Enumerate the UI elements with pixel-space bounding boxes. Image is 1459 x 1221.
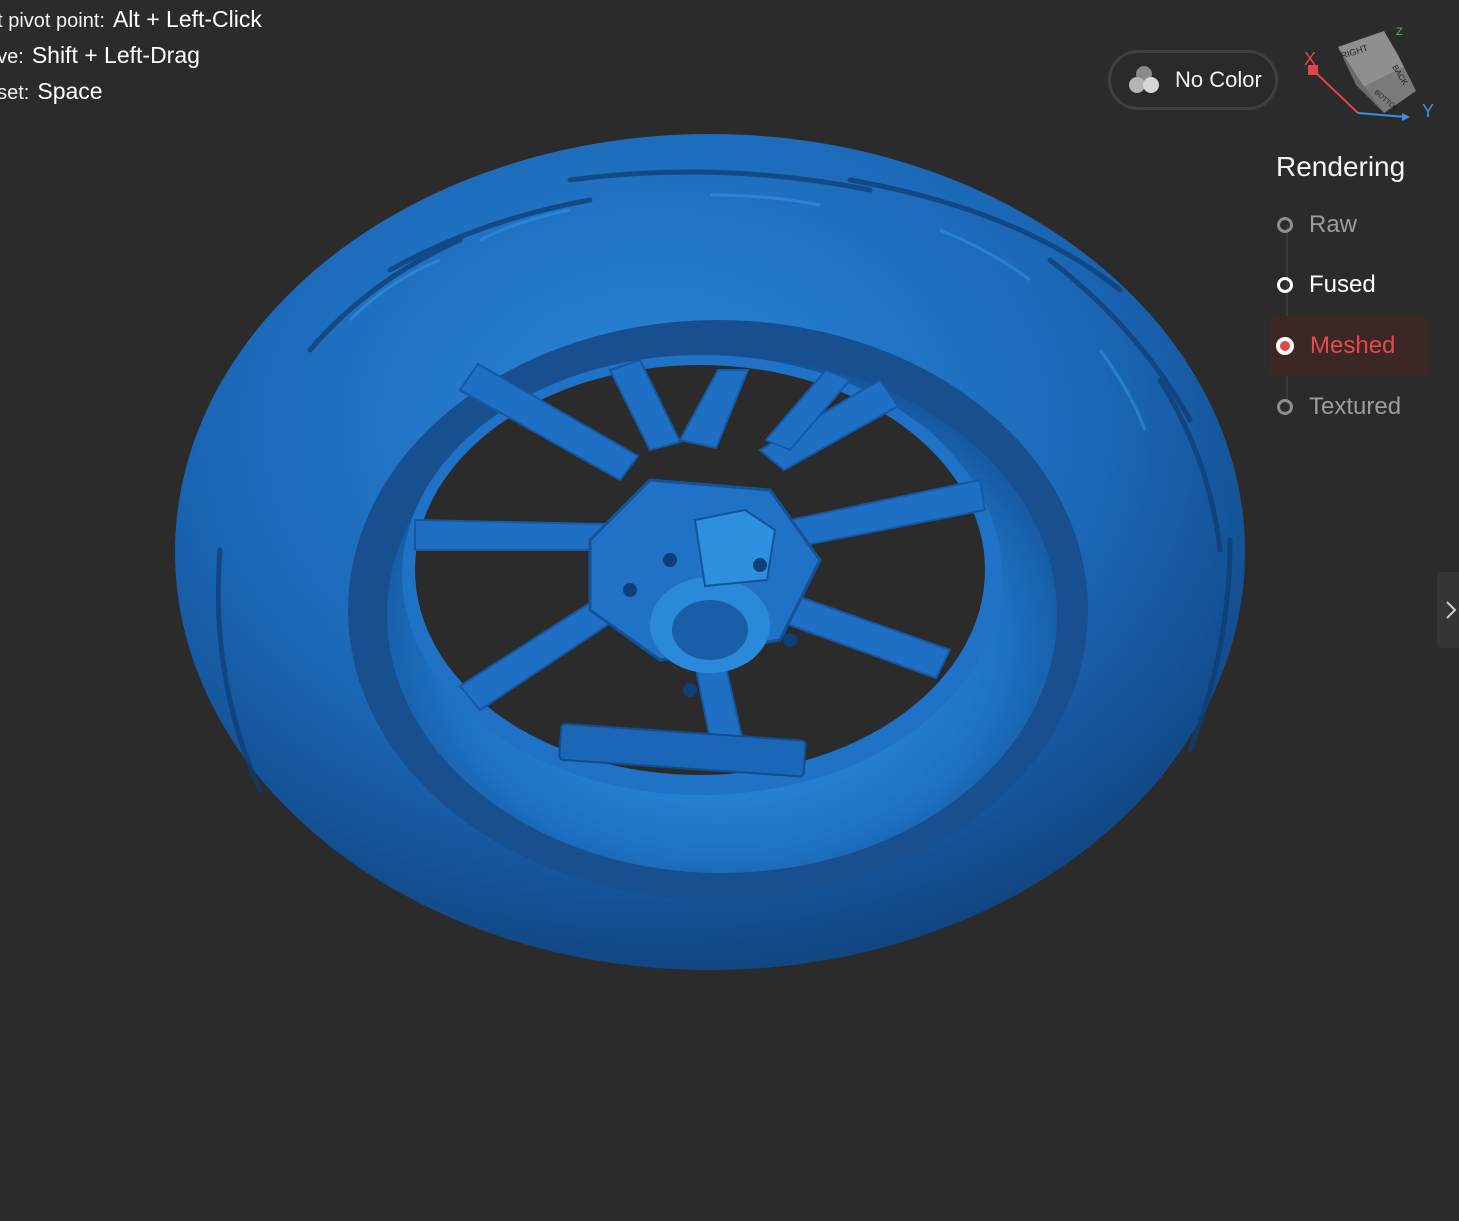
hint-label: ove: [0, 46, 24, 68]
render-option-label: Textured [1309, 393, 1402, 420]
hint-pivot: et pivot point: Alt + Left-Click [0, 4, 262, 36]
3d-viewport[interactable] [150, 120, 1270, 1000]
chevron-right-icon [1446, 601, 1457, 619]
radio-icon[interactable] [1277, 277, 1293, 293]
hint-key: Alt + Left-Click [112, 6, 262, 32]
hint-label: et pivot point: [0, 10, 105, 32]
hint-move: ove: Shift + Left-Drag [0, 40, 200, 72]
hint-key: Shift + Left-Drag [31, 42, 200, 68]
x-axis-line [1313, 70, 1359, 114]
render-option-meshed[interactable]: Meshed [1270, 316, 1427, 376]
side-panel-toggle[interactable] [1437, 572, 1459, 648]
z-axis-label: Z [1396, 26, 1403, 38]
y-axis-line [1357, 112, 1407, 118]
y-axis-arrow [1402, 113, 1410, 121]
render-option-label: Fused [1309, 271, 1376, 298]
hint-label: eset: [0, 82, 30, 104]
y-axis-label: Y [1422, 101, 1434, 121]
view-cube[interactable]: RIGHT BACK BOTTOM X Y Z [1298, 25, 1438, 125]
hint-reset: eset: Space [0, 76, 103, 108]
render-option-raw[interactable]: Raw [1270, 195, 1427, 255]
tire-mesh [175, 134, 1245, 970]
radio-icon[interactable] [1277, 399, 1293, 415]
color-circles-icon [1129, 66, 1159, 93]
x-axis-label: X [1304, 49, 1316, 69]
render-option-textured[interactable]: Textured [1270, 377, 1427, 437]
color-mode-label: No Color [1175, 67, 1262, 92]
radio-icon[interactable] [1277, 217, 1293, 233]
radio-selected-icon[interactable] [1276, 337, 1294, 355]
color-mode-button[interactable]: No Color [1108, 50, 1278, 110]
hint-key: Space [37, 78, 103, 104]
render-option-label: Meshed [1310, 332, 1396, 359]
rendering-title: Rendering [1276, 151, 1406, 182]
render-option-label: Raw [1309, 211, 1358, 238]
view-cube-body[interactable]: RIGHT BACK BOTTOM [1338, 31, 1416, 114]
render-option-fused[interactable]: Fused [1270, 255, 1427, 315]
